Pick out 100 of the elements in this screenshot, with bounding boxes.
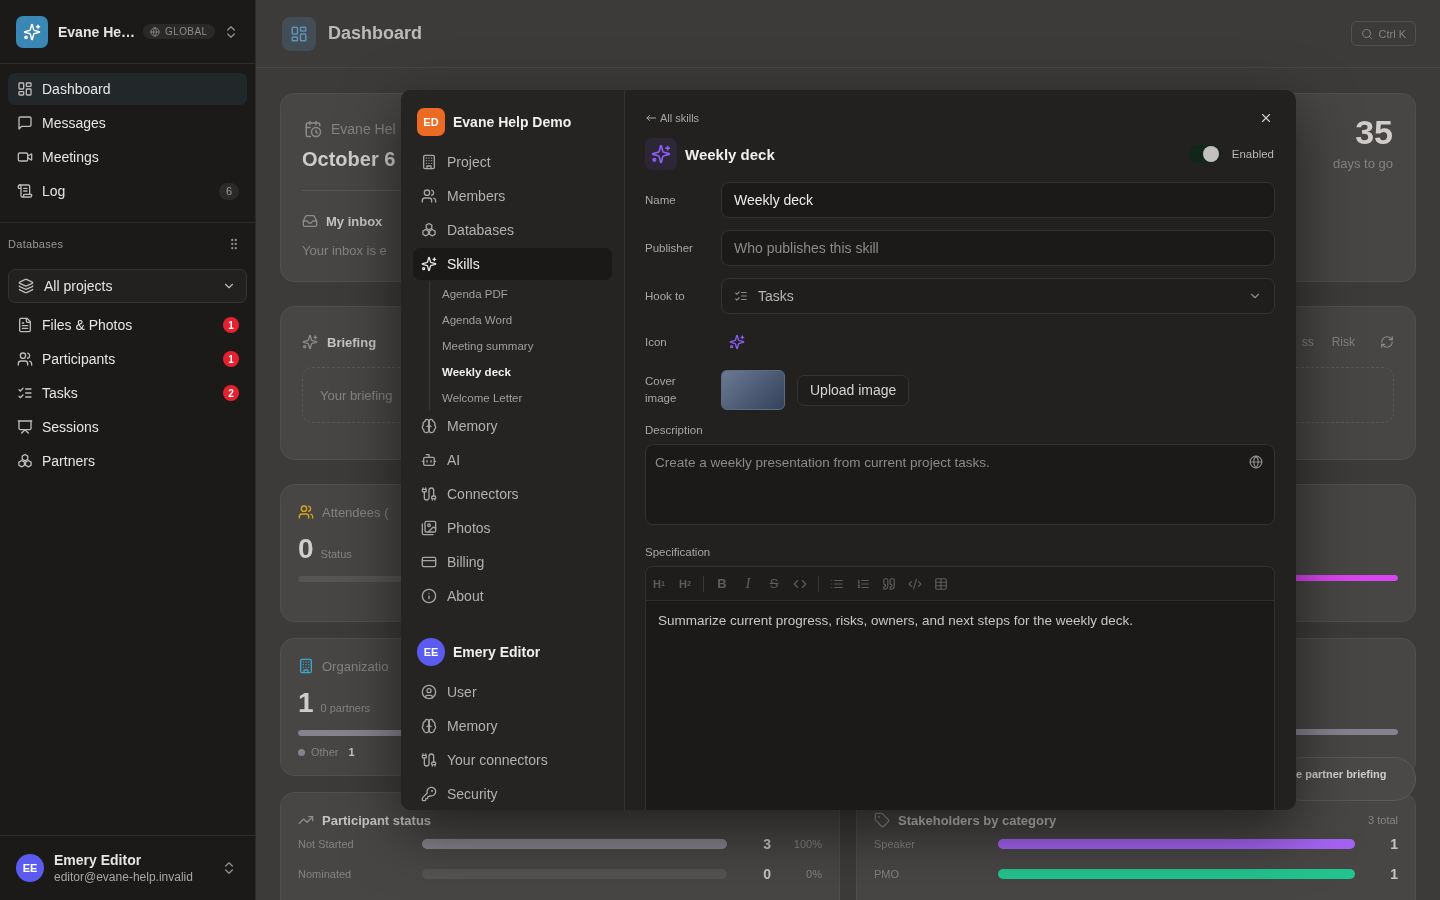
document-icon bbox=[17, 317, 33, 333]
settings-nav-item[interactable]: Skills bbox=[413, 248, 612, 280]
settings-nav-item[interactable]: Billing bbox=[413, 546, 612, 578]
message-icon bbox=[17, 115, 33, 131]
select-dropdown[interactable]: Tasks bbox=[721, 278, 1275, 314]
settings-nav-item[interactable]: Project bbox=[413, 146, 612, 178]
settings-nav-item[interactable]: Security bbox=[413, 778, 612, 810]
settings-nav-item[interactable]: Databases bbox=[413, 214, 612, 246]
settings-nav-item[interactable]: User bbox=[413, 676, 612, 708]
nav-item[interactable]: Tasks 2 bbox=[8, 377, 247, 409]
description-field[interactable]: Create a weekly presentation from current project tasks. bbox=[645, 444, 1275, 525]
brain-icon bbox=[421, 418, 437, 434]
field-label: Cover image bbox=[645, 374, 678, 406]
inbox-icon bbox=[302, 213, 318, 229]
card-title: Participant status bbox=[322, 812, 432, 828]
refresh-icon[interactable] bbox=[1380, 335, 1394, 349]
row-count: 0 bbox=[762, 866, 771, 882]
sub-nav-item[interactable]: Weekly deck bbox=[442, 359, 612, 385]
row-label: Not Started bbox=[298, 838, 355, 850]
nav-item[interactable]: Sessions bbox=[8, 411, 247, 443]
key-icon bbox=[421, 786, 437, 802]
user-name: Emery Editor bbox=[453, 644, 541, 660]
card-title: Stakeholders by category bbox=[898, 812, 1057, 828]
building-icon bbox=[298, 658, 314, 674]
settings-nav-item[interactable]: About bbox=[413, 580, 612, 612]
cable-icon bbox=[421, 752, 437, 768]
organization-avatar: ED bbox=[417, 108, 445, 136]
organization-name: Evane Help Demo bbox=[453, 114, 572, 130]
sparkles-icon[interactable] bbox=[729, 334, 745, 350]
nav-item[interactable]: Files & Photos 1 bbox=[8, 309, 247, 341]
settings-nav-item[interactable]: AI bbox=[413, 444, 612, 476]
project-picker[interactable]: All projects bbox=[8, 269, 247, 303]
sub-nav-item[interactable]: Agenda Word bbox=[442, 307, 612, 333]
calendar-clock-icon bbox=[304, 120, 322, 138]
sparkles-icon bbox=[645, 138, 677, 170]
user-circle-icon bbox=[421, 684, 437, 700]
row-count: 1 bbox=[1389, 866, 1398, 882]
field-label: Specification bbox=[645, 545, 712, 560]
settings-nav-item[interactable]: Your connectors bbox=[413, 744, 612, 776]
stat-caption: Status bbox=[320, 548, 352, 560]
workspace-name: Evane He… bbox=[58, 23, 136, 40]
countdown-label: days to go bbox=[1333, 156, 1393, 171]
nav-item[interactable]: Log 6 bbox=[8, 175, 247, 207]
sparkles-icon bbox=[302, 334, 318, 350]
nav-item[interactable]: Dashboard bbox=[8, 73, 247, 105]
upload-image-button[interactable]: Upload image bbox=[797, 374, 910, 406]
settings-nav-item[interactable]: Memory bbox=[413, 710, 612, 742]
nav-item[interactable]: Partners bbox=[8, 445, 247, 477]
users-icon bbox=[421, 188, 437, 204]
brain-icon bbox=[421, 718, 437, 734]
building-icon bbox=[421, 154, 437, 170]
checklist-icon bbox=[17, 385, 33, 401]
arrow-left-icon bbox=[645, 112, 657, 124]
settings-nav-item[interactable]: Memory bbox=[413, 410, 612, 442]
sub-nav-item[interactable]: Welcome Letter bbox=[442, 385, 612, 411]
field-label: Description bbox=[645, 423, 704, 438]
page-title: Dashboard bbox=[328, 23, 423, 44]
user-email: editor@evane-help.invalid bbox=[54, 870, 193, 884]
quote-icon bbox=[882, 576, 896, 591]
scope-label: GLOBAL bbox=[165, 26, 208, 37]
settings-nav-item[interactable]: Photos bbox=[413, 512, 612, 544]
legend-count: 1 bbox=[348, 746, 355, 758]
inbox-title: My inbox bbox=[326, 213, 383, 229]
grid-icon bbox=[282, 16, 316, 51]
cable-icon bbox=[421, 486, 437, 502]
user-avatar: EE bbox=[417, 638, 445, 666]
stat-title: Organizatio bbox=[322, 658, 389, 674]
code-block-icon bbox=[908, 576, 922, 591]
user-name: Emery Editor bbox=[54, 852, 143, 868]
project-name: Evane Hel bbox=[331, 121, 396, 137]
nav-item[interactable]: Messages bbox=[8, 107, 247, 139]
stat-caption: 0 partners bbox=[320, 702, 371, 714]
sub-nav-item[interactable]: Agenda PDF bbox=[442, 281, 612, 307]
specification-field[interactable]: Summarize current progress, risks, owners, and next steps for the weekly deck. bbox=[646, 601, 1274, 810]
settings-nav-item[interactable]: Connectors bbox=[413, 478, 612, 510]
section-title: Databases bbox=[8, 238, 64, 250]
field-label: Hook to bbox=[645, 288, 686, 304]
total-label: 3 total bbox=[1368, 814, 1398, 826]
toggle-switch[interactable] bbox=[1188, 145, 1221, 163]
sparkles-icon bbox=[16, 15, 48, 48]
hexagons-icon bbox=[421, 222, 437, 238]
sparkles-icon bbox=[421, 256, 437, 272]
info-icon bbox=[421, 588, 437, 604]
settings-nav-item[interactable]: Members bbox=[413, 180, 612, 212]
count-badge: 1 bbox=[223, 351, 239, 367]
sub-nav-item[interactable]: Meeting summary bbox=[442, 333, 612, 359]
credit-card-icon bbox=[421, 554, 437, 570]
stat-value: 0 bbox=[298, 533, 314, 565]
date-heading: October 6 bbox=[302, 147, 396, 172]
text-input[interactable]: Who publishes this skill bbox=[721, 230, 1275, 266]
globe-icon bbox=[150, 26, 161, 37]
briefing-message: Your briefing bbox=[320, 387, 393, 403]
text-input[interactable]: Weekly deck bbox=[721, 182, 1275, 218]
toggle-label: Enabled bbox=[1231, 148, 1274, 160]
nav-item[interactable]: Participants 1 bbox=[8, 343, 247, 375]
table-icon bbox=[934, 576, 948, 591]
back-link[interactable]: All skills bbox=[645, 112, 700, 124]
nav-item[interactable]: Meetings bbox=[8, 141, 247, 173]
row-count: 3 bbox=[762, 836, 771, 852]
legend-label: Other bbox=[311, 746, 339, 758]
